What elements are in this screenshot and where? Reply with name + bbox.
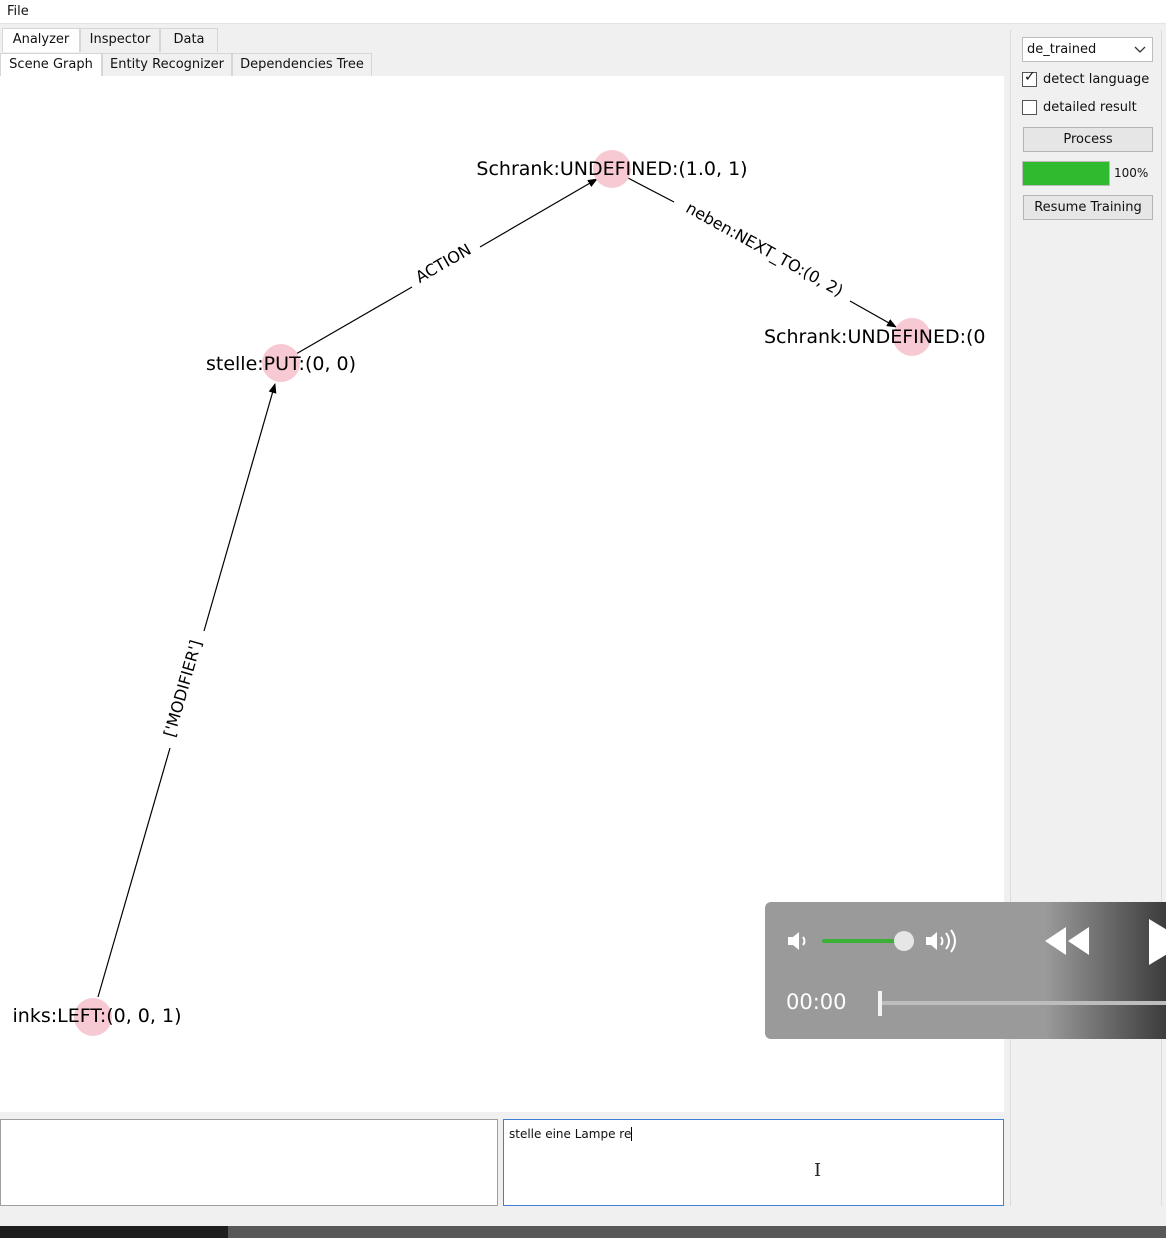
edge-action: [295, 286, 413, 355]
checkbox-box[interactable]: ✓: [1022, 69, 1037, 87]
detect-language-label: detect language: [1043, 72, 1150, 87]
edge-modifier-arrow: [203, 383, 277, 632]
progress-fill: [1023, 162, 1109, 185]
checkmark-icon: ✓: [1024, 69, 1036, 85]
chevron-down-icon: [1134, 46, 1146, 53]
edge-label-modifier: ['MODIFIER']: [160, 638, 206, 739]
tab-data[interactable]: Data: [160, 28, 218, 52]
tab-inspector[interactable]: Inspector: [80, 28, 160, 52]
time-display: 00:00: [786, 990, 847, 1014]
app-window: File Analyzer Inspector Data Scene Graph…: [0, 0, 1166, 1226]
checkbox-box[interactable]: [1022, 100, 1037, 115]
tab-entity-recognizer[interactable]: Entity Recognizer: [102, 53, 232, 77]
node-label-links: inks:LEFT:(0, 0, 1): [13, 1005, 182, 1027]
ibeam-cursor-icon: I: [814, 1160, 822, 1181]
node-label-schrank-2: Schrank:UNDEFINED:(0: [764, 326, 986, 348]
menu-bar: File: [0, 0, 1166, 24]
detailed-result-label: detailed result: [1043, 100, 1137, 115]
sentence-input[interactable]: stelle eine Lampe re: [503, 1119, 1004, 1206]
process-button[interactable]: Process: [1023, 127, 1153, 152]
tab-analyzer[interactable]: Analyzer: [2, 28, 80, 52]
edge-action-arrow: [479, 178, 598, 248]
seek-bar[interactable]: [880, 1001, 1166, 1005]
sentence-input-text: stelle eine Lampe re: [509, 1127, 632, 1141]
volume-slider[interactable]: [822, 939, 904, 943]
tab-scene-graph[interactable]: Scene Graph: [0, 53, 102, 77]
text-caret: [631, 1127, 633, 1141]
progress-bar: [1022, 161, 1110, 186]
node-label-schrank-1: Schrank:UNDEFINED:(1.0, 1): [476, 158, 747, 180]
volume-high-icon[interactable]: [924, 927, 966, 955]
edge-modifier: [97, 747, 171, 998]
taskbar-strip: [228, 1226, 1166, 1238]
edge-label-action: ACTION: [412, 240, 474, 287]
seek-handle[interactable]: [878, 991, 882, 1016]
progress-percent: 100%: [1114, 166, 1149, 180]
video-player-overlay: 00:00: [765, 902, 1166, 1039]
menu-file[interactable]: File: [7, 4, 29, 19]
model-select-value: de_trained: [1027, 42, 1097, 57]
edge-next-to: [627, 177, 675, 203]
edge-next-to-arrow: [849, 300, 897, 328]
node-label-stelle: stelle:PUT:(0, 0): [206, 353, 356, 375]
volume-low-icon[interactable]: [786, 929, 812, 953]
edge-label-next-to: neben:NEXT_TO:(0, 2): [682, 198, 846, 301]
output-textbox[interactable]: [0, 1119, 498, 1206]
play-icon[interactable]: [1147, 917, 1166, 967]
tab-dependencies-tree[interactable]: Dependencies Tree: [232, 53, 372, 77]
resume-training-button[interactable]: Resume Training: [1023, 195, 1153, 220]
rewind-icon[interactable]: [1043, 925, 1091, 957]
model-select[interactable]: de_trained: [1022, 37, 1153, 62]
volume-knob[interactable]: [894, 931, 914, 951]
